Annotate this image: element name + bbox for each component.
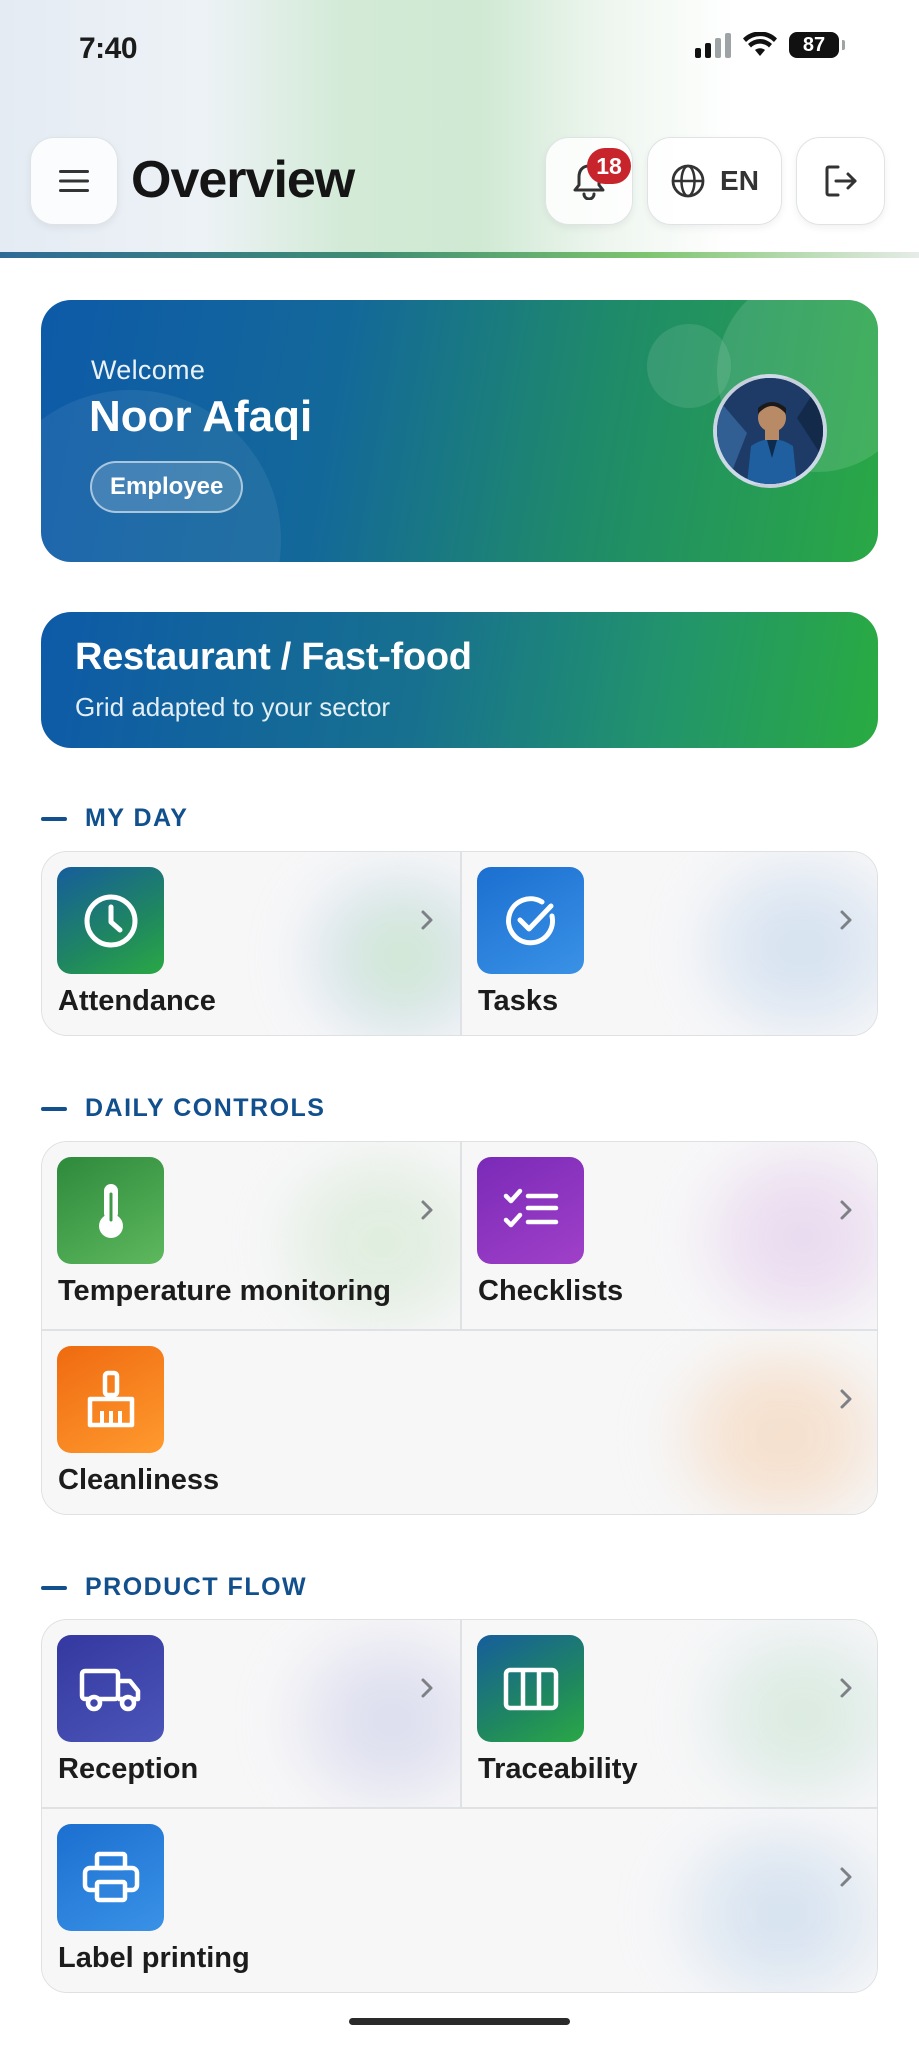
broom-icon <box>57 1346 164 1453</box>
chevron-right-icon <box>840 1389 852 1409</box>
chevron-right-icon <box>840 1678 852 1698</box>
check-circle-icon <box>477 867 584 974</box>
language-button[interactable]: EN <box>647 137 782 225</box>
section-title: MY DAY <box>85 804 189 832</box>
role-badge: Employee <box>90 461 244 513</box>
wifi-icon <box>743 32 777 56</box>
page-title: Overview <box>131 151 355 209</box>
tile-checklists[interactable]: Checklists <box>462 1142 877 1329</box>
sector-title: Restaurant / Fast-food <box>75 636 472 678</box>
language-label: EN <box>720 165 759 196</box>
menu-button[interactable] <box>30 137 118 225</box>
daily-controls-grid: Temperature monitoring Checklists Cleanl… <box>41 1141 878 1515</box>
welcome-card: Welcome Noor Afaqi Employee <box>41 300 878 562</box>
tile-label: Temperature monitoring <box>58 1275 391 1307</box>
signal-icon <box>695 32 731 58</box>
section-heading-product-flow: PRODUCT FLOW <box>41 1573 307 1602</box>
header-divider <box>0 252 919 258</box>
decorative-circle <box>647 324 731 408</box>
printer-icon <box>57 1824 164 1931</box>
status-icons: 87 <box>695 32 845 58</box>
chevron-right-icon <box>840 1200 852 1220</box>
chevron-right-icon <box>840 910 852 930</box>
battery-icon: 87 <box>789 32 845 58</box>
status-time: 7:40 <box>79 32 138 65</box>
tile-traceability[interactable]: Traceability <box>462 1620 877 1807</box>
tile-tasks[interactable]: Tasks <box>462 852 877 1035</box>
section-dash <box>41 1585 67 1590</box>
section-dash <box>41 816 67 821</box>
tile-cleanliness[interactable]: Cleanliness <box>42 1331 877 1514</box>
product-flow-grid: Reception Traceability Label printing <box>41 1619 878 1993</box>
logout-icon <box>825 165 856 197</box>
barcode-icon <box>477 1635 584 1742</box>
section-title: DAILY CONTROLS <box>85 1094 326 1122</box>
chevron-right-icon <box>421 1678 433 1698</box>
user-name: Noor Afaqi <box>89 392 313 441</box>
tile-label-printing[interactable]: Label printing <box>42 1809 877 1992</box>
home-indicator[interactable] <box>349 2018 570 2025</box>
checklist-icon <box>477 1157 584 1264</box>
section-heading-daily-controls: DAILY CONTROLS <box>41 1094 325 1123</box>
globe-icon <box>671 164 705 198</box>
tile-label: Tasks <box>478 985 559 1017</box>
chevron-right-icon <box>421 910 433 930</box>
avatar-photo <box>717 378 823 484</box>
tile-label: Label printing <box>58 1942 250 1974</box>
tile-label: Cleanliness <box>58 1464 220 1496</box>
tile-label: Traceability <box>478 1753 638 1785</box>
avatar[interactable] <box>713 374 827 488</box>
logout-button[interactable] <box>796 137 885 225</box>
sector-subtitle: Grid adapted to your sector <box>75 692 391 722</box>
tile-label: Checklists <box>478 1275 624 1307</box>
hamburger-icon <box>59 170 89 192</box>
thermometer-icon <box>57 1157 164 1264</box>
section-title: PRODUCT FLOW <box>85 1573 308 1601</box>
truck-icon <box>57 1635 164 1742</box>
tile-reception[interactable]: Reception <box>42 1620 460 1807</box>
section-heading-my-day: MY DAY <box>41 804 188 833</box>
tile-label: Attendance <box>58 985 216 1017</box>
sector-card[interactable]: Restaurant / Fast-food Grid adapted to y… <box>41 612 878 748</box>
clock-icon <box>57 867 164 974</box>
tile-temperature-monitoring[interactable]: Temperature monitoring <box>42 1142 460 1329</box>
welcome-greeting: Welcome <box>91 355 206 385</box>
notification-badge: 18 <box>587 148 631 184</box>
chevron-right-icon <box>840 1867 852 1887</box>
section-dash <box>41 1106 67 1111</box>
tile-label: Reception <box>58 1753 199 1785</box>
my-day-grid: Attendance Tasks <box>41 851 878 1036</box>
chevron-right-icon <box>421 1200 433 1220</box>
tile-attendance[interactable]: Attendance <box>42 852 460 1035</box>
